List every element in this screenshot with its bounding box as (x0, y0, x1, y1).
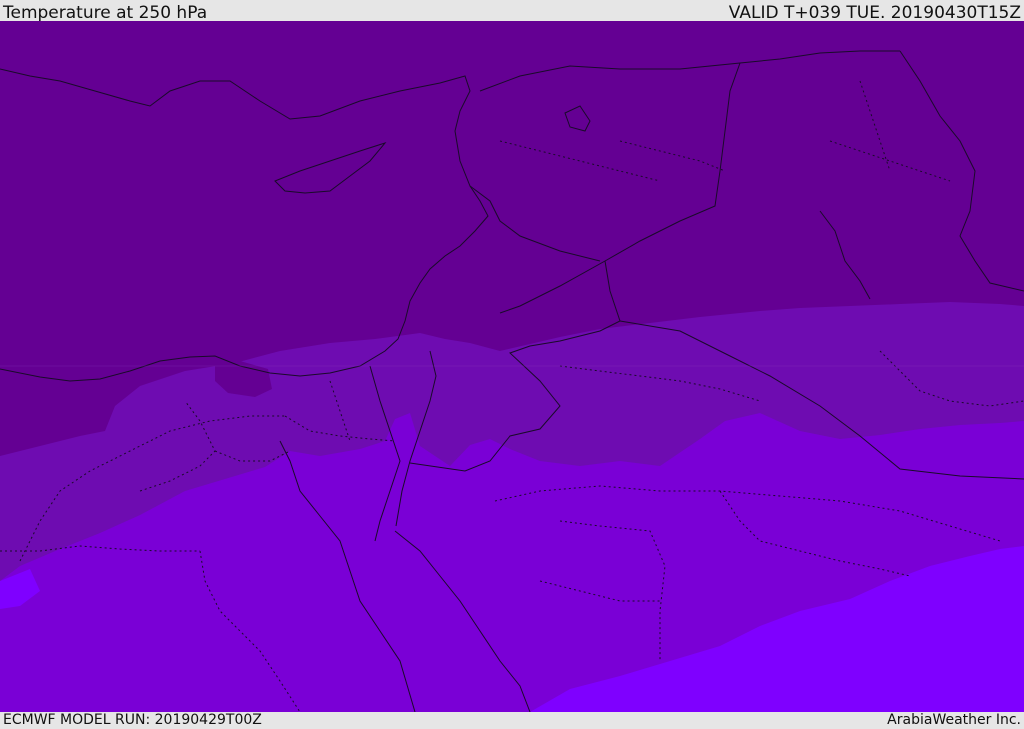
footer-bar: ECMWF MODEL RUN: 20190429T00Z ArabiaWeat… (0, 712, 1024, 729)
temperature-map (0, 21, 1024, 712)
map-canvas[interactable] (0, 21, 1024, 712)
valid-time: VALID T+039 TUE. 20190430T15Z (728, 3, 1021, 23)
header-bar: Temperature at 250 hPa VALID T+039 TUE. … (0, 0, 1024, 23)
credit-label: ArabiaWeather Inc. (887, 712, 1021, 728)
weather-map-app: Temperature at 250 hPa VALID T+039 TUE. … (0, 0, 1024, 729)
model-run-label: ECMWF MODEL RUN: 20190429T00Z (3, 712, 262, 728)
map-title: Temperature at 250 hPa (3, 3, 208, 23)
